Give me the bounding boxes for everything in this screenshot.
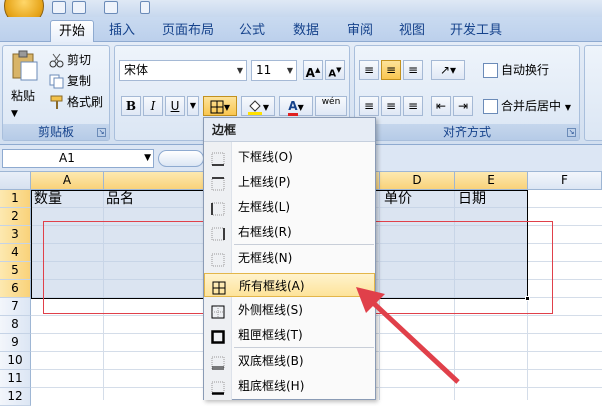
annotation-arrow — [356, 287, 460, 384]
